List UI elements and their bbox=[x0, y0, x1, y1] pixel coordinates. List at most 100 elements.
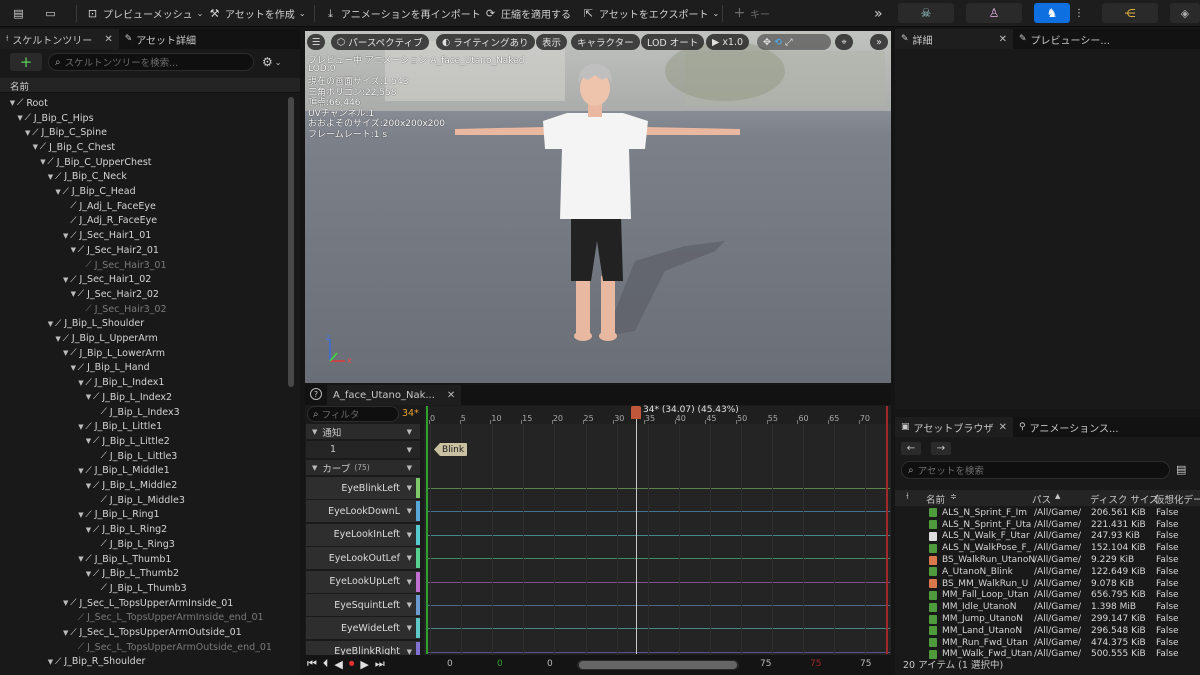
bone-row[interactable]: ▼ ⟋ J_Bip_L_Index1 bbox=[0, 375, 164, 390]
expand-arrow-icon[interactable]: ▼ bbox=[76, 423, 85, 431]
range-mid-value[interactable]: 0 bbox=[547, 659, 553, 669]
transform-tools[interactable]: ✥ ⟲ ⤢ bbox=[757, 34, 831, 50]
asset-search-input[interactable]: ⌕ アセットを検索 bbox=[901, 461, 1170, 479]
asset-row[interactable]: MM_Walk_Fwd_Utan/All/Game/500.555 KiB Fal… bbox=[898, 649, 1200, 661]
curve-line[interactable] bbox=[428, 651, 890, 653]
preview-mesh-button[interactable]: ⊡ プレビューメッシュ ⌄ bbox=[86, 4, 203, 23]
add-socket-button[interactable]: + bbox=[10, 53, 42, 71]
playhead-handle[interactable] bbox=[631, 406, 641, 419]
range-green-value[interactable]: 0 bbox=[497, 659, 503, 669]
bone-row[interactable]: ▼ ⟋ J_Sec_L_TopsUpperArmInside_01 bbox=[0, 596, 233, 611]
expand-arrow-icon[interactable]: ▼ bbox=[46, 320, 55, 328]
col-path-header[interactable]: パス bbox=[1032, 492, 1051, 506]
chevron-down-icon[interactable]: ▼ bbox=[407, 531, 412, 539]
chevron-down-icon[interactable]: ▼ bbox=[407, 507, 412, 515]
curve-line[interactable] bbox=[428, 511, 890, 513]
view-options-icon[interactable]: ⟊ bbox=[906, 491, 909, 502]
help-icon[interactable]: ? bbox=[310, 388, 322, 400]
bone-row[interactable]: ⟋ J_Sec_L_TopsUpperArmOutside_end_01 bbox=[0, 640, 272, 655]
track-filter-input[interactable]: ⌕ フィルタ bbox=[307, 406, 399, 422]
bone-row[interactable]: ▼ ⟋ J_Bip_L_UpperArm bbox=[0, 331, 157, 346]
bone-row[interactable]: ⟋ J_Bip_L_Thumb3 bbox=[0, 581, 187, 596]
bone-row[interactable]: ▼ ⟋ J_Bip_L_Little1 bbox=[0, 419, 162, 434]
curve-line[interactable] bbox=[428, 488, 890, 489]
bone-row[interactable]: ▼ ⟋ J_Sec_Hair2_01 bbox=[0, 243, 159, 258]
bone-row[interactable]: ▼ ⟋ J_Bip_L_Middle1 bbox=[0, 464, 169, 479]
tree-settings-button[interactable]: ⚙ ⌄ bbox=[262, 54, 281, 70]
expand-arrow-icon[interactable]: ▼ bbox=[54, 335, 63, 343]
bone-row[interactable]: ▼ ⟋ J_Bip_L_Middle2 bbox=[0, 478, 177, 493]
curve-track-row[interactable]: EyeLookOutLef ▼ bbox=[306, 547, 420, 570]
asset-row[interactable]: A_UtanoN_Blink/All/Game/122.649 KiB False bbox=[898, 566, 1200, 578]
reimport-animation-button[interactable]: ⤓ アニメーションを再インポート bbox=[324, 4, 481, 23]
tab-anim-sequence[interactable]: ⚲ アニメーションス... bbox=[1013, 417, 1125, 437]
curve-track-row[interactable]: EyeSquintLeft ▼ bbox=[306, 594, 420, 616]
chevron-down-icon[interactable]: ▼ bbox=[407, 578, 412, 586]
notify-track-row[interactable]: 1 ▼ bbox=[306, 441, 420, 458]
curve-track-row[interactable]: EyeLookInLeft ▼ bbox=[306, 523, 420, 546]
bone-row[interactable]: ▼ ⟋ J_Bip_C_Neck bbox=[0, 170, 127, 185]
tab-preview-scene[interactable]: ✎ プレビューシー... bbox=[1013, 29, 1116, 49]
expand-arrow-icon[interactable]: ▼ bbox=[38, 158, 47, 166]
bone-row[interactable]: ⟋ J_Bip_L_Little3 bbox=[0, 449, 178, 464]
close-icon[interactable]: ✕ bbox=[447, 390, 455, 401]
physics-mode-button[interactable]: ◈ bbox=[1170, 3, 1200, 23]
forward-button[interactable]: → bbox=[931, 442, 951, 455]
bone-row[interactable]: ▼ ⟋ J_Bip_C_Head bbox=[0, 184, 135, 199]
bone-row[interactable]: ⟋ J_Bip_L_Middle3 bbox=[0, 493, 185, 508]
bone-row[interactable]: ⟋ J_Sec_Hair3_02 bbox=[0, 302, 166, 317]
skip-to-end-icon[interactable]: ⏭ bbox=[375, 657, 385, 671]
viewport-menu-button[interactable]: ☰ bbox=[307, 34, 325, 50]
bone-row[interactable]: ▼ ⟋ J_Bip_L_Ring1 bbox=[0, 508, 159, 523]
bone-row[interactable]: ⟋ J_Bip_L_Ring3 bbox=[0, 537, 175, 552]
end-range-marker[interactable] bbox=[886, 406, 888, 654]
bone-row[interactable]: ▼ ⟋ J_Bip_C_Hips bbox=[0, 111, 93, 126]
timeline-scroll-thumb[interactable] bbox=[579, 661, 737, 669]
chevron-down-icon[interactable]: ▼ bbox=[407, 554, 412, 562]
expand-arrow-icon[interactable]: ▼ bbox=[84, 526, 93, 534]
play-reverse-icon[interactable]: ◀ bbox=[334, 658, 342, 671]
curve-line[interactable] bbox=[428, 605, 890, 606]
col-size-header[interactable]: ディスク サイズ bbox=[1090, 492, 1159, 506]
curve-line[interactable] bbox=[428, 558, 890, 560]
close-icon[interactable]: ✕ bbox=[104, 34, 112, 45]
show-button[interactable]: 表示 bbox=[536, 34, 568, 50]
camera-button[interactable]: ⌖ bbox=[835, 34, 853, 50]
chevron-down-icon[interactable]: ▼ bbox=[407, 484, 412, 492]
tab-anim-timeline[interactable]: A_face_Utano_Nak... ✕ bbox=[327, 385, 462, 405]
lod-button[interactable]: LOD オート bbox=[641, 34, 705, 50]
animation-mode-button[interactable]: ♞ bbox=[1034, 3, 1070, 23]
skeleton-search-input[interactable]: ⌕ スケルトンツリーを検索... bbox=[48, 53, 254, 71]
bone-row[interactable]: ▼ ⟋ J_Sec_L_TopsUpperArmOutside_01 bbox=[0, 625, 242, 640]
asset-row[interactable]: MM_Run_Fwd_Utan/All/Game/474.375 KiB Fals… bbox=[898, 637, 1200, 649]
expand-arrow-icon[interactable]: ▼ bbox=[84, 437, 93, 445]
blink-notify[interactable]: Blink bbox=[434, 443, 468, 456]
asset-row[interactable]: MM_Jump_UtanoN/All/Game/299.147 KiB False bbox=[898, 613, 1200, 625]
expand-arrow-icon[interactable]: ▼ bbox=[61, 349, 70, 357]
expand-arrow-icon[interactable]: ▼ bbox=[61, 629, 70, 637]
range-red-value[interactable]: 75 bbox=[810, 659, 821, 669]
record-icon[interactable]: ⏺ bbox=[349, 657, 355, 671]
bone-row[interactable]: ▼ ⟋ J_Sec_Hair2_02 bbox=[0, 287, 159, 302]
expand-arrow-icon[interactable]: ▼ bbox=[31, 143, 40, 151]
play-icon[interactable]: ▶ bbox=[360, 658, 368, 671]
expand-arrow-icon[interactable]: ▼ bbox=[69, 290, 78, 298]
mesh-mode-button[interactable]: ♙ bbox=[966, 3, 1022, 23]
curve-track-row[interactable]: EyeLookUpLeft ▼ bbox=[306, 570, 420, 593]
curve-line[interactable] bbox=[428, 534, 890, 536]
range-start-value[interactable]: 0 bbox=[447, 659, 453, 669]
mode-options-button[interactable]: ⋮ bbox=[1071, 3, 1087, 23]
bone-row[interactable]: ▼ ⟋ J_Bip_L_Thumb1 bbox=[0, 552, 171, 567]
expand-arrow-icon[interactable]: ▼ bbox=[76, 511, 85, 519]
expand-arrow-icon[interactable]: ▼ bbox=[84, 570, 93, 578]
back-button[interactable]: ← bbox=[901, 442, 921, 455]
asset-row[interactable]: BS_WalkRun_UtanoN/All/Game/9.229 KiB Fals… bbox=[898, 554, 1200, 566]
timeline-scroll-track[interactable] bbox=[577, 660, 739, 670]
expand-arrow-icon[interactable]: ▼ bbox=[46, 658, 55, 666]
asset-row[interactable]: BS_MM_WalkRun_U/All/Game/9.078 KiB False bbox=[898, 578, 1200, 590]
add-key-button[interactable]: + キー bbox=[733, 4, 770, 23]
track-area[interactable] bbox=[424, 424, 891, 655]
bone-row[interactable]: ⟋ J_Sec_Hair3_01 bbox=[0, 258, 166, 273]
expand-arrow-icon[interactable]: ▼ bbox=[69, 364, 78, 372]
bone-row[interactable]: ▼ ⟋ J_Bip_L_Index2 bbox=[0, 390, 172, 405]
